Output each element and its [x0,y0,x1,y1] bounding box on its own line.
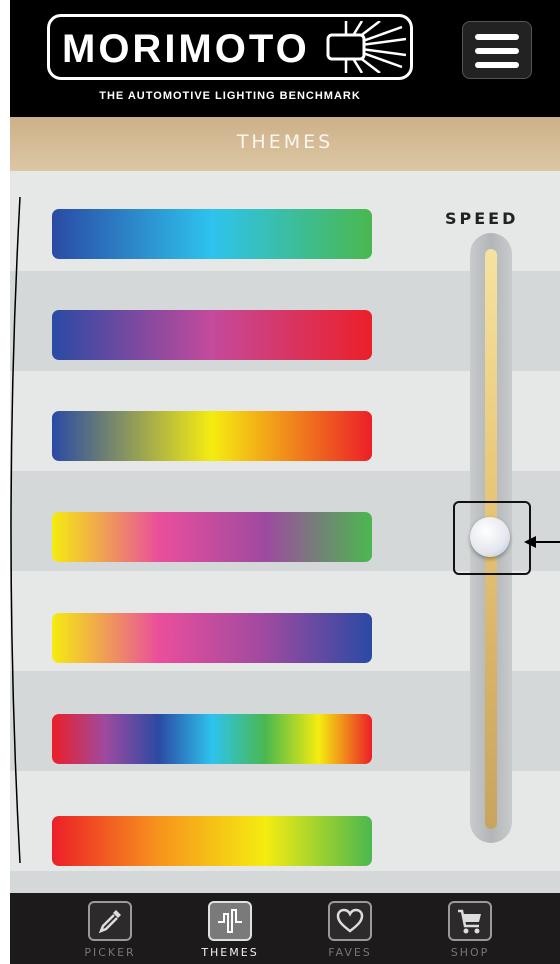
nav-label: PICKER [84,946,136,959]
top-bar: MORIMOTO THE AUTOMOTIVE LIGHTING BENCHMA [10,0,560,117]
theme-swatch-2[interactable] [52,310,372,360]
nav-themes[interactable]: THEMES [190,897,270,961]
app-screen: MORIMOTO THE AUTOMOTIVE LIGHTING BENCHMA [10,0,560,964]
themes-panel: SPEED [10,171,560,964]
bottom-nav: PICKER THEMES FAVES SHOP [10,893,560,964]
theme-swatch-5[interactable] [52,613,372,663]
brand-logo[interactable]: MORIMOTO [47,14,413,80]
annotation-arrow-icon [524,536,560,548]
nav-label: SHOP [450,946,490,959]
menu-line [475,48,519,54]
nav-picker[interactable]: PICKER [70,897,150,961]
theme-swatch-1[interactable] [52,209,372,259]
theme-swatch-4[interactable] [52,512,372,562]
brand-tagline: THE AUTOMOTIVE LIGHTING BENCHMARK [99,90,361,102]
light-burst-icon [326,21,406,73]
hamburger-menu-button[interactable] [462,21,532,79]
brand-name: MORIMOTO [62,27,310,71]
page-header: THEMES [10,117,560,171]
speed-slider-thumb[interactable] [470,517,510,557]
nav-label: FAVES [328,946,372,959]
nav-label: THEMES [201,946,259,959]
theme-swatch-7[interactable] [52,816,372,866]
speed-label: SPEED [445,209,519,228]
page-title: THEMES [236,131,334,153]
heart-icon [328,901,372,941]
waveform-icon [208,901,252,941]
menu-line [475,34,519,40]
eyedropper-icon [88,901,132,941]
cart-icon [448,901,492,941]
nav-faves[interactable]: FAVES [310,897,390,961]
theme-swatch-3[interactable] [52,411,372,461]
annotation-bracket [10,196,21,864]
theme-swatch-6[interactable] [52,714,372,764]
menu-line [475,62,519,68]
nav-shop[interactable]: SHOP [430,897,510,961]
